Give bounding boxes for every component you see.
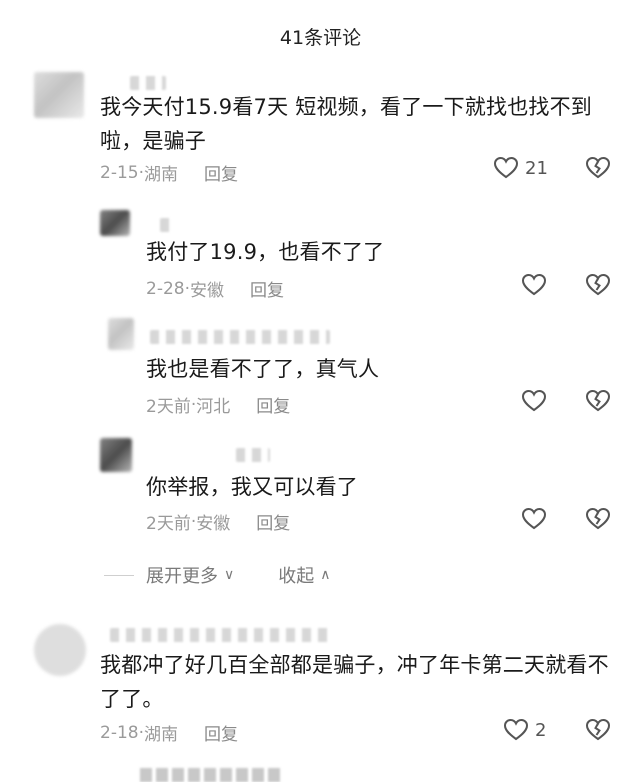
username-redacted[interactable]: [160, 218, 174, 232]
heart-outline-icon: [493, 156, 519, 179]
comment-date: 2-15: [100, 162, 139, 183]
reply-text: 我也是看不了了，真气人: [146, 357, 380, 381]
broken-heart-icon: [585, 156, 611, 179]
broken-heart-icon: [585, 507, 611, 530]
broken-heart-icon: [585, 718, 611, 741]
username-redacted[interactable]: [150, 330, 330, 344]
dislike-button[interactable]: [585, 156, 611, 180]
reply-text: 你举报，我又可以看了: [146, 475, 358, 499]
avatar[interactable]: [100, 438, 132, 472]
username-redacted[interactable]: [130, 76, 166, 90]
like-count: 21: [525, 157, 548, 179]
chevron-up-icon: ∧: [320, 567, 331, 583]
heart-outline-icon: [521, 507, 547, 530]
comment-text: 我今天付15.9看7天 短视频，看了一下就找也找不到啦，是骗子: [100, 95, 592, 153]
heart-outline-icon: [503, 718, 529, 741]
expand-more-button[interactable]: 展开更多 ∨: [146, 562, 234, 588]
reply-button[interactable]: 回复: [204, 160, 238, 185]
reply-location: 安徽: [196, 514, 231, 534]
reply-date: 2天前: [146, 514, 191, 534]
comment-meta: 2-15 · 湖南 回复: [100, 160, 238, 186]
collapse-button[interactable]: 收起 ∧: [278, 562, 330, 588]
like-button[interactable]: [521, 273, 547, 297]
comment-count-title: 41条评论: [279, 26, 362, 49]
thread-controls: 展开更多 ∨ 收起 ∧: [104, 562, 331, 588]
like-button[interactable]: [521, 507, 547, 531]
expand-more-label: 展开更多: [146, 566, 218, 587]
broken-heart-icon: [585, 273, 611, 296]
reply-location: 安徽: [190, 281, 224, 301]
comment-text: 我都冲了好几百全部都是骗子，冲了年卡第二天就看不了了。: [100, 653, 609, 711]
avatar[interactable]: [34, 72, 84, 118]
username-redacted[interactable]: [236, 448, 270, 462]
comments-header: 41条评论: [0, 0, 641, 72]
like-button[interactable]: 21: [493, 156, 548, 180]
like-button[interactable]: [521, 389, 547, 413]
reply-meta: 2天前 · 安徽 回复: [146, 509, 290, 535]
reply-button[interactable]: 回复: [250, 276, 284, 301]
like-button[interactable]: 2: [503, 718, 546, 742]
collapse-label: 收起: [278, 566, 315, 587]
heart-outline-icon: [521, 273, 547, 296]
comment-date: 2-18: [100, 722, 139, 743]
reply-date: 2-28: [146, 278, 185, 299]
comment-location: 湖南: [144, 725, 178, 745]
reply-text: 我付了19.9，也看不了了: [146, 240, 385, 264]
username-redacted[interactable]: [110, 628, 330, 642]
reply-location: 河北: [196, 397, 231, 417]
broken-heart-icon: [585, 389, 611, 412]
avatar[interactable]: [100, 210, 130, 236]
comment-meta: 2-18 · 湖南 回复: [100, 720, 238, 746]
like-count: 2: [535, 719, 547, 741]
reply-button[interactable]: 回复: [256, 509, 290, 534]
divider: [104, 574, 134, 576]
dislike-button[interactable]: [585, 507, 611, 531]
reply-button[interactable]: 回复: [256, 392, 290, 417]
avatar[interactable]: [34, 624, 86, 676]
dislike-button[interactable]: [585, 389, 611, 413]
dislike-button[interactable]: [585, 718, 611, 742]
reply-meta: 2-28 · 安徽 回复: [146, 276, 284, 302]
avatar[interactable]: [108, 318, 134, 350]
reply-button[interactable]: 回复: [204, 720, 238, 745]
dislike-button[interactable]: [585, 273, 611, 297]
reply-date: 2天前: [146, 397, 191, 417]
reply-meta: 2天前 · 河北 回复: [146, 392, 290, 418]
chevron-down-icon: ∨: [224, 567, 235, 583]
heart-outline-icon: [521, 389, 547, 412]
comment-location: 湖南: [144, 165, 178, 185]
